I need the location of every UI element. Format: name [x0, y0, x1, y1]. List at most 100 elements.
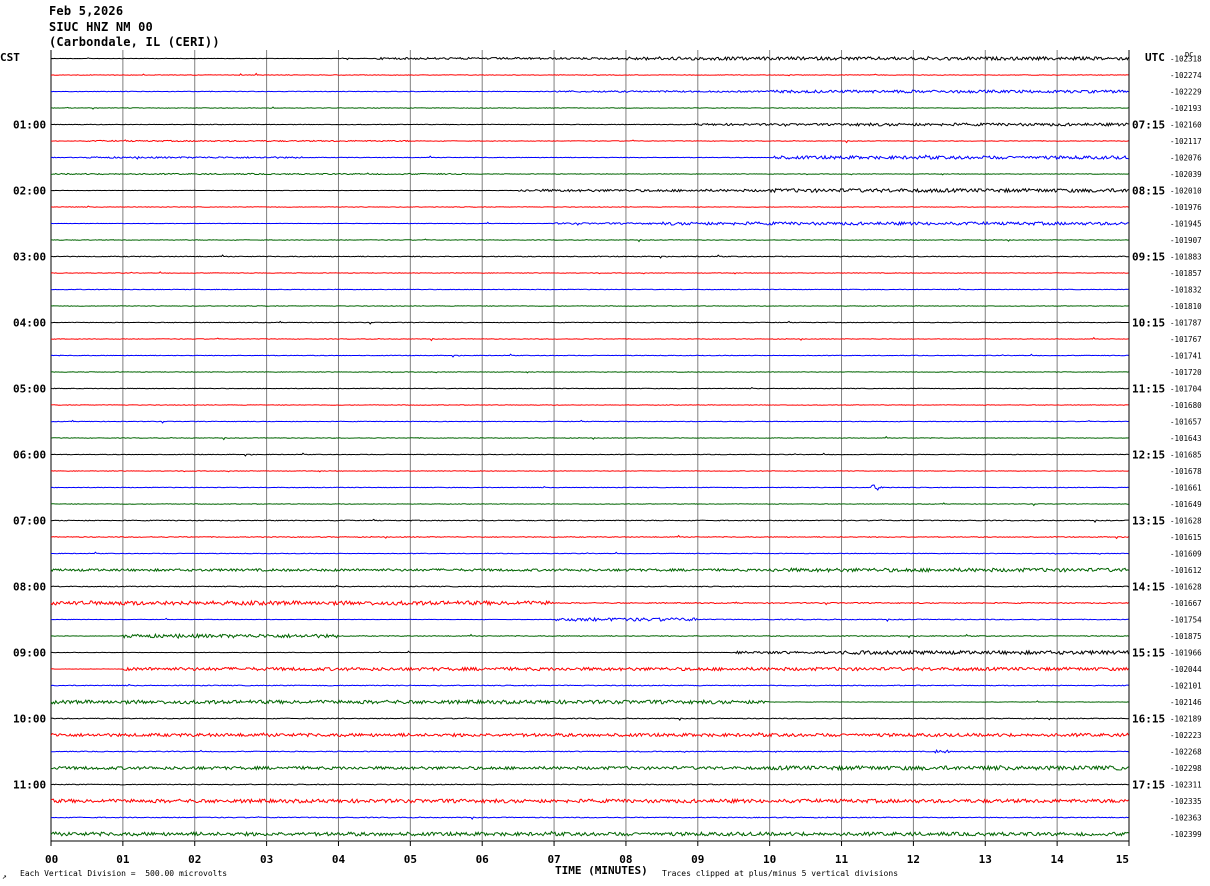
dc-offset-label: -101832: [1170, 286, 1202, 295]
dc-offset-label: -101787: [1170, 319, 1202, 328]
x-tick-label: 01: [116, 853, 130, 866]
dc-offset-label: -102318: [1170, 55, 1202, 64]
right-hour-label: 09:15: [1132, 251, 1165, 264]
x-tick-label: 05: [404, 853, 417, 866]
seismic-trace-line: [50, 470, 1129, 473]
x-tick-label: 07: [547, 853, 560, 866]
dc-offset-label: -102189: [1170, 715, 1202, 724]
seismic-trace-line: [50, 238, 1129, 243]
seismic-trace-line: [50, 518, 1129, 523]
right-hour-label: 15:15: [1132, 647, 1165, 660]
dc-offset-label: -101680: [1170, 401, 1202, 410]
seismic-trace-line: [50, 305, 1129, 307]
right-hour-label: 13:15: [1132, 515, 1165, 528]
seismic-trace-line: [50, 435, 1129, 441]
dc-offset-label: -102223: [1170, 731, 1202, 740]
dc-offset-label: -101667: [1170, 599, 1202, 608]
seismic-trace-line: [50, 567, 1129, 574]
seismic-trace-line: [50, 502, 1129, 507]
dc-offset-label: -102274: [1170, 71, 1202, 80]
left-hour-label: 07:00: [13, 515, 46, 528]
seismic-trace-line: [50, 764, 1129, 772]
seismic-trace-line: [50, 254, 1129, 259]
left-hour-label: 10:00: [13, 713, 46, 726]
left-hour-label: 06:00: [13, 449, 46, 462]
helicorder-plot: CST UTC DC TIME (MINUTES) Each Vertical …: [0, 50, 1202, 881]
left-hour-label: 05:00: [13, 383, 46, 396]
dc-offset-label: -101612: [1170, 566, 1202, 575]
dc-offset-label: -101966: [1170, 649, 1202, 658]
seismic-trace-line: [50, 599, 1129, 607]
seismic-trace-line: [50, 683, 1129, 687]
seismic-trace-line: [50, 220, 1129, 227]
dc-offset-label: -102311: [1170, 781, 1202, 790]
dc-offset-label: -102117: [1170, 137, 1202, 146]
seismic-trace-line: [51, 336, 1129, 342]
dc-offset-label: -101649: [1170, 500, 1202, 509]
dc-offset-label: -101704: [1170, 385, 1202, 394]
x-axis-label: TIME (MINUTES): [555, 864, 648, 877]
dc-offset-label: -102160: [1170, 121, 1202, 130]
dc-offset-label: -101657: [1170, 418, 1202, 427]
right-hour-label: 14:15: [1132, 581, 1165, 594]
dc-offset-label: -102146: [1170, 698, 1202, 707]
seismic-trace-line: [50, 452, 1129, 457]
left-hour-label: 04:00: [13, 317, 46, 330]
seismic-trace-line: [50, 371, 1129, 374]
x-tick-label: 13: [979, 853, 992, 866]
x-tick-label: 09: [691, 853, 704, 866]
seismic-trace-line: [50, 830, 1129, 838]
dc-offset-label: -101767: [1170, 335, 1202, 344]
right-hour-label: 12:15: [1132, 449, 1165, 462]
seismic-trace-line: [50, 89, 1129, 94]
right-hour-label: 10:15: [1132, 317, 1165, 330]
seismic-trace-line: [50, 387, 1129, 390]
dc-offset-label: -101628: [1170, 583, 1202, 592]
seismic-trace-line: [50, 154, 1129, 161]
x-tick-label: 11: [835, 853, 849, 866]
dc-offset-label: -102039: [1170, 170, 1202, 179]
dc-offset-label: -102229: [1170, 88, 1202, 97]
seismic-trace-line: [50, 748, 1129, 754]
left-hour-label: 09:00: [13, 647, 46, 660]
dc-offset-label: -101609: [1170, 550, 1202, 559]
right-timezone-label: UTC: [1145, 51, 1165, 64]
left-hour-label: 08:00: [13, 581, 46, 594]
seismic-trace-line: [50, 72, 1129, 77]
seismic-trace-line: [50, 632, 1129, 640]
x-tick-label: 03: [260, 853, 273, 866]
dc-offset-label: -101883: [1170, 253, 1202, 262]
seismic-trace-line: [50, 731, 1130, 738]
x-tick-label: 06: [476, 853, 490, 866]
left-hour-label: 11:00: [13, 779, 46, 792]
corner-mark-icon: ↗: [2, 872, 7, 881]
seismic-trace-line: [50, 616, 1129, 622]
dc-offset-label: -101628: [1170, 517, 1202, 526]
seismic-trace-line: [50, 106, 1129, 110]
dc-offset-label: -102399: [1170, 830, 1202, 839]
dc-offset-label: -101685: [1170, 451, 1202, 460]
seismic-trace-line: [50, 666, 1129, 672]
seismic-trace-line: [50, 139, 1129, 144]
seismic-trace-line: [50, 122, 1129, 128]
dc-offset-label: -102335: [1170, 797, 1202, 806]
seismic-trace-line: [50, 288, 1129, 291]
left-hour-label: 02:00: [13, 185, 46, 198]
seismic-trace-line: [50, 271, 1129, 275]
seismic-trace-line: [50, 484, 1129, 491]
seismic-trace-line: [50, 649, 1130, 656]
dc-offset-label: -102076: [1170, 154, 1202, 163]
right-hour-label: 16:15: [1132, 713, 1165, 726]
seismic-trace-line: [51, 419, 1129, 424]
dc-offset-label: -101857: [1170, 269, 1202, 278]
seismic-trace-line: [50, 187, 1129, 194]
left-hour-label: 03:00: [13, 251, 46, 264]
scale-note: Each Vertical Division = 500.00 microvol…: [20, 869, 227, 878]
x-tick-label: 12: [907, 853, 920, 866]
dc-offset-label: -102363: [1170, 814, 1202, 823]
dc-offset-label: -101720: [1170, 368, 1202, 377]
x-tick-label: 14: [1051, 853, 1065, 866]
dc-offset-label: -101810: [1170, 302, 1202, 311]
seismic-trace-line: [50, 797, 1129, 805]
dc-offset-label: -101615: [1170, 533, 1202, 542]
